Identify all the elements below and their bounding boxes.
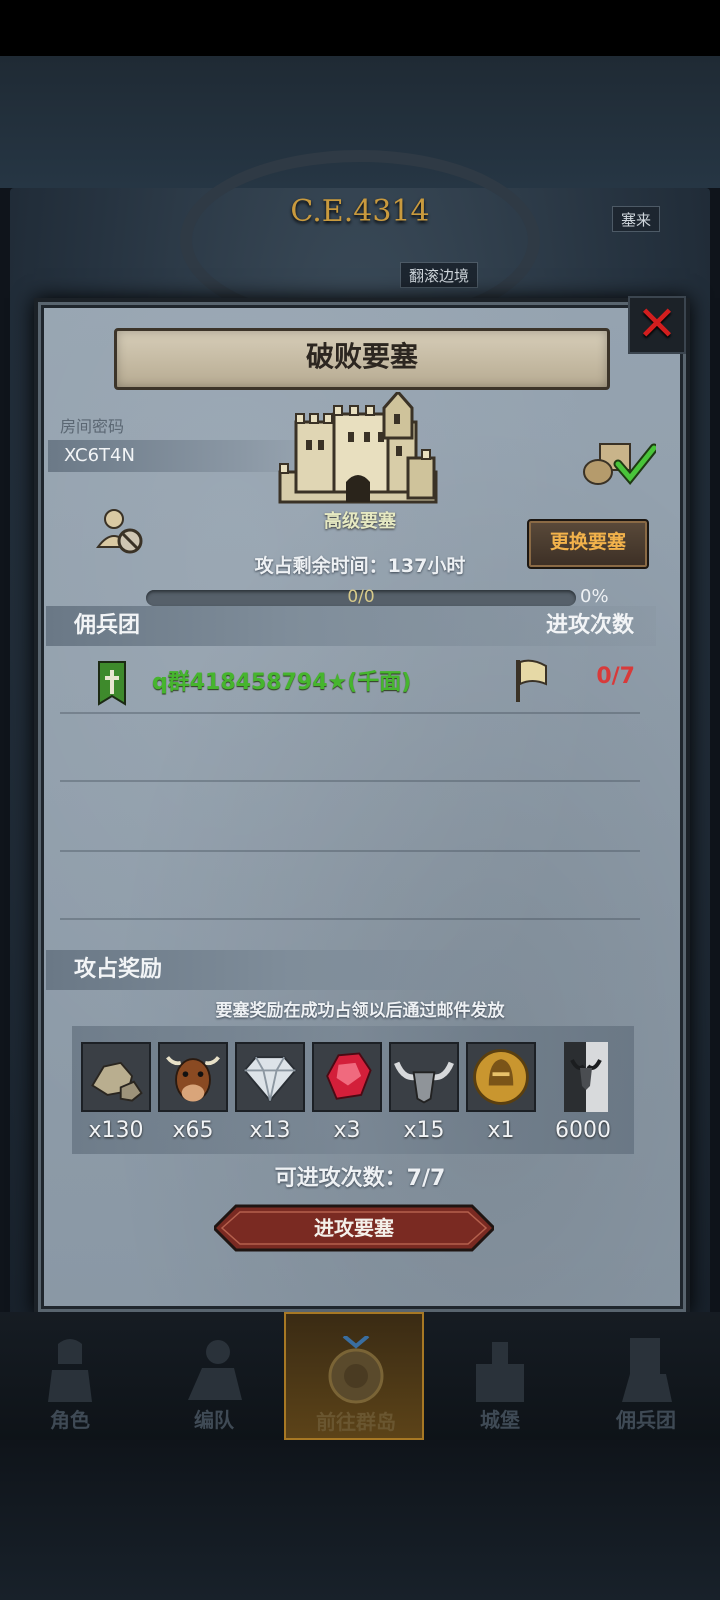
nav-tab-character[interactable]: 角色: [0, 1312, 140, 1440]
nav-label: 角色: [50, 1408, 90, 1432]
reward-item[interactable]: x65: [158, 1042, 228, 1143]
close-button[interactable]: ✕: [628, 296, 686, 354]
supply-collected-icon: [583, 443, 656, 486]
reward-item[interactable]: x130: [81, 1042, 151, 1143]
formation-icon: [188, 1340, 242, 1400]
knight-icon: [48, 1339, 92, 1402]
fortress-level: 高级要塞: [324, 511, 396, 532]
compass-icon: [328, 1336, 384, 1404]
mercenary-attack-count: 0/7: [596, 664, 635, 689]
reward-item[interactable]: x15: [389, 1042, 459, 1143]
mercenary-section-title: 佣兵团: [74, 613, 141, 638]
castle-nav-icon: [476, 1342, 524, 1402]
top-black-band: [0, 0, 720, 56]
bottom-backdrop: [0, 1440, 720, 1600]
green-banner-icon: [98, 661, 126, 706]
ruby-icon: [312, 1042, 382, 1112]
rewards-section-title: 攻占奖励: [74, 957, 163, 982]
nav-label: 编队: [194, 1408, 234, 1432]
row-divider: [60, 712, 640, 714]
mercenary-icon: [622, 1338, 672, 1402]
reward-item[interactable]: x13: [235, 1042, 305, 1143]
castle-icon: [278, 392, 438, 504]
reward-qty: x1: [487, 1118, 515, 1143]
bull-banner-icon: [564, 1042, 608, 1112]
knight-medal-icon: [466, 1042, 536, 1112]
bull-horn-icon: [389, 1042, 459, 1112]
diamond-icon: [235, 1042, 305, 1112]
map-tag-region: 塞来: [612, 206, 661, 232]
remaining-attacks: 可进攻次数：7/7: [274, 1166, 446, 1191]
rewards-note: 要塞奖励在成功占领以后通过邮件发放: [215, 1001, 505, 1021]
world-year: C.E.4314: [290, 194, 430, 229]
mercenary-section-header: 佣兵团 进攻次数: [46, 606, 656, 646]
nav-tab-castle[interactable]: 城堡: [430, 1312, 570, 1440]
nav-label: 前往群岛: [316, 1410, 396, 1434]
room-code-value: XC6T4N: [64, 445, 135, 466]
nav-tab-mercenaries[interactable]: 佣兵团: [576, 1312, 716, 1440]
close-x-icon: ✕: [636, 296, 678, 352]
stone-icon: [81, 1042, 151, 1112]
reward-item[interactable]: x3: [312, 1042, 382, 1143]
attack-flag-icon: [516, 659, 547, 702]
nav-tab-formation[interactable]: 编队: [144, 1312, 284, 1440]
row-divider: [60, 918, 640, 920]
rewards-section-header: 攻占奖励: [46, 950, 656, 990]
cattle-icon: [158, 1042, 228, 1112]
map-tag-border: 翻滚边境: [400, 262, 479, 288]
reward-qty: 6000: [555, 1118, 611, 1143]
reward-item[interactable]: x1: [466, 1042, 536, 1143]
nav-label: 城堡: [480, 1408, 520, 1432]
attack-fortress-button[interactable]: 进攻要塞: [214, 1204, 494, 1252]
nav-tab-go-to-islands[interactable]: 前往群岛: [284, 1312, 424, 1440]
room-code-label: 房间密码: [60, 417, 125, 436]
row-divider: [60, 850, 640, 852]
nav-label: 佣兵团: [616, 1408, 676, 1432]
occupation-time-remaining: 攻占剩余时间：137小时: [254, 555, 466, 577]
attack-count-header: 进攻次数: [545, 613, 634, 638]
no-entry-user-icon: [96, 509, 143, 554]
dialog-title: 破败要塞: [114, 328, 610, 390]
row-divider: [60, 780, 640, 782]
mercenary-team-name[interactable]: q群418458794★(千面): [152, 664, 411, 696]
reward-item[interactable]: 6000: [548, 1042, 618, 1143]
